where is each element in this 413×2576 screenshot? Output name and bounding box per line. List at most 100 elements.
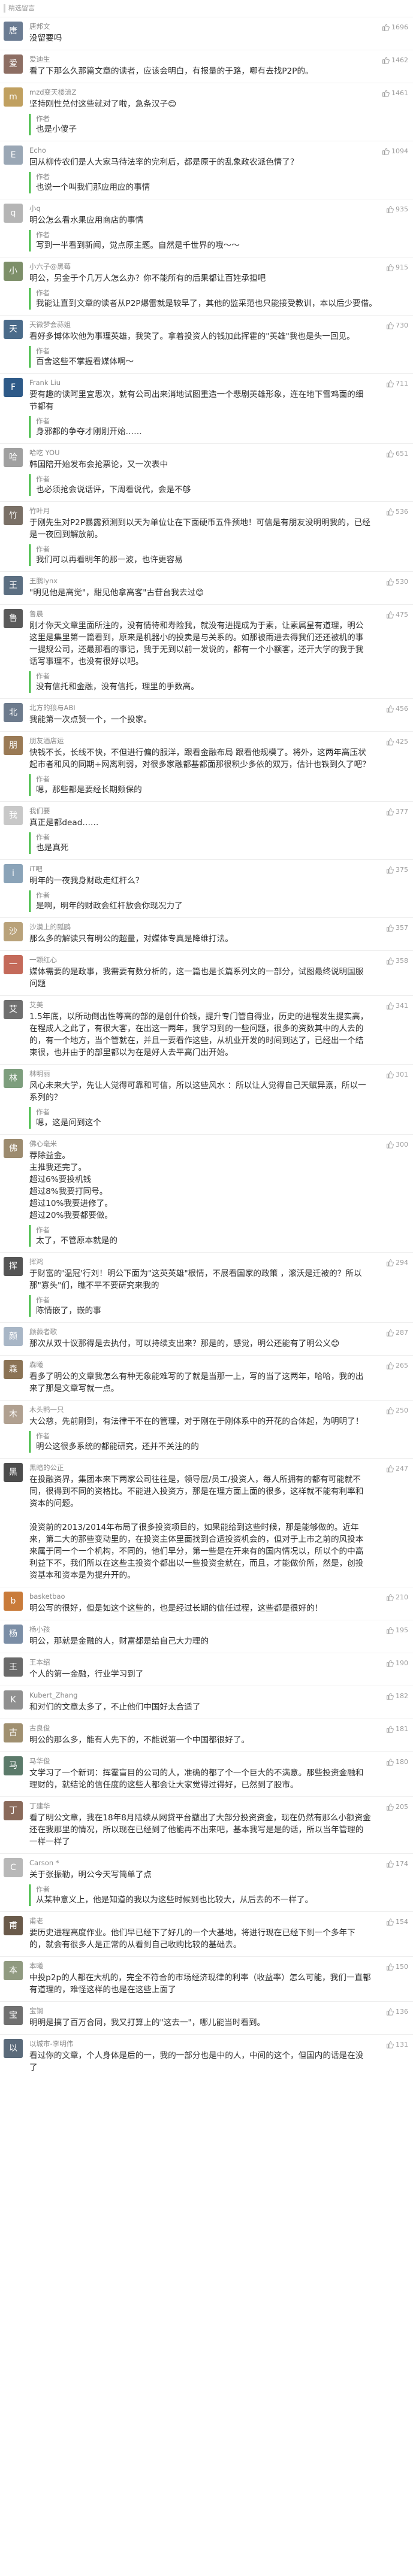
like-button[interactable]: 150 <box>386 1963 408 1971</box>
avatar[interactable]: 宝 <box>4 2006 23 2025</box>
like-button[interactable]: 536 <box>386 508 408 516</box>
avatar[interactable]: i <box>4 864 23 883</box>
like-button[interactable]: 247 <box>386 1465 408 1472</box>
comment-nickname[interactable]: 黑暗的公正 <box>29 1463 371 1472</box>
comment-nickname[interactable]: 森曦 <box>29 1360 371 1369</box>
comment-nickname[interactable]: 木头鸭一只 <box>29 1405 371 1414</box>
like-button[interactable]: 475 <box>386 611 408 619</box>
like-button[interactable]: 190 <box>386 1659 408 1667</box>
comment-nickname[interactable]: 朋友酒店运 <box>29 736 371 745</box>
avatar[interactable]: 马 <box>4 1756 23 1775</box>
avatar[interactable]: 丁 <box>4 1801 23 1820</box>
avatar[interactable]: E <box>4 146 23 165</box>
like-button[interactable]: 287 <box>386 1329 408 1337</box>
avatar[interactable]: 挥 <box>4 1257 23 1276</box>
like-button[interactable]: 341 <box>386 1002 408 1010</box>
like-button[interactable]: 205 <box>386 1803 408 1811</box>
avatar[interactable]: 爱 <box>4 54 23 74</box>
like-button[interactable]: 730 <box>386 322 408 329</box>
like-button[interactable]: 530 <box>386 578 408 586</box>
avatar[interactable]: 天 <box>4 320 23 339</box>
comment-nickname[interactable]: 以城市-李明伟 <box>29 2039 371 2048</box>
comment-nickname[interactable]: 艾美 <box>29 1000 371 1010</box>
avatar[interactable]: 古 <box>4 1723 23 1742</box>
like-button[interactable]: 136 <box>386 2008 408 2016</box>
avatar[interactable]: 北 <box>4 703 23 722</box>
avatar[interactable]: 佛 <box>4 1139 23 1158</box>
avatar[interactable]: 林 <box>4 1069 23 1088</box>
like-button[interactable]: 180 <box>386 1758 408 1766</box>
avatar[interactable]: C <box>4 1858 23 1877</box>
avatar[interactable]: 王 <box>4 576 23 595</box>
comment-nickname[interactable]: 北方的狼与ABI <box>29 703 371 713</box>
avatar[interactable]: 杨 <box>4 1625 23 1644</box>
like-button[interactable]: 301 <box>386 1071 408 1078</box>
avatar[interactable]: m <box>4 87 23 107</box>
avatar[interactable]: 甫 <box>4 1916 23 1935</box>
like-button[interactable]: 182 <box>386 1692 408 1700</box>
avatar[interactable]: b <box>4 1592 23 1611</box>
like-button[interactable]: 711 <box>386 380 408 387</box>
avatar[interactable]: q <box>4 204 23 223</box>
comment-nickname[interactable]: Kubert_Zhang <box>29 1690 371 1700</box>
comment-nickname[interactable]: 挥鸿 <box>29 1257 371 1266</box>
avatar[interactable]: K <box>4 1690 23 1710</box>
avatar[interactable]: 王 <box>4 1657 23 1677</box>
avatar[interactable]: 朋 <box>4 736 23 755</box>
comment-nickname[interactable]: Carson * <box>29 1858 371 1868</box>
comment-nickname[interactable]: 佛心毫米 <box>29 1139 371 1148</box>
comment-nickname[interactable]: 爱迪生 <box>29 54 371 64</box>
comment-nickname[interactable]: mzd变天楼流Z <box>29 87 371 97</box>
avatar[interactable]: 本 <box>4 1961 23 1980</box>
avatar[interactable]: 沙 <box>4 922 23 941</box>
comment-nickname[interactable]: 古良俊 <box>29 1723 371 1733</box>
avatar[interactable]: 竹 <box>4 506 23 525</box>
comment-nickname[interactable]: 王本绍 <box>29 1657 371 1667</box>
like-button[interactable]: 425 <box>386 738 408 745</box>
like-button[interactable]: 131 <box>386 2041 408 2048</box>
like-button[interactable]: 210 <box>386 1593 408 1601</box>
like-button[interactable]: 651 <box>386 450 408 457</box>
avatar[interactable]: 我 <box>4 806 23 825</box>
avatar[interactable]: 木 <box>4 1405 23 1424</box>
comment-nickname[interactable]: 竹叶月 <box>29 506 371 516</box>
avatar[interactable]: 唐 <box>4 22 23 41</box>
comment-nickname[interactable]: iT吧 <box>29 864 371 874</box>
comment-nickname[interactable]: 王鹏lynx <box>29 576 371 586</box>
like-button[interactable]: 915 <box>386 263 408 271</box>
avatar[interactable]: 艾 <box>4 1000 23 1019</box>
comment-nickname[interactable]: 沙漠上的瓢鸥 <box>29 922 371 932</box>
like-button[interactable]: 1461 <box>382 89 408 97</box>
comment-nickname[interactable]: Frank Liu <box>29 378 371 387</box>
like-button[interactable]: 358 <box>386 957 408 965</box>
comment-nickname[interactable]: 颜薇者歌 <box>29 1327 371 1337</box>
like-button[interactable]: 456 <box>386 705 408 713</box>
avatar[interactable]: 小 <box>4 262 23 281</box>
like-button[interactable]: 300 <box>386 1141 408 1148</box>
like-button[interactable]: 294 <box>386 1259 408 1266</box>
comment-nickname[interactable]: 一颗红心 <box>29 955 371 965</box>
comment-nickname[interactable]: 哈吃 YOU <box>29 448 371 457</box>
like-button[interactable]: 357 <box>386 924 408 932</box>
comment-nickname[interactable]: 马华俊 <box>29 1756 371 1766</box>
avatar[interactable]: 哈 <box>4 448 23 467</box>
comment-nickname[interactable]: 鲁晨 <box>29 609 371 619</box>
like-button[interactable]: 181 <box>386 1725 408 1733</box>
comment-nickname[interactable]: 甫老 <box>29 1916 371 1926</box>
comment-nickname[interactable]: 我们要 <box>29 806 371 816</box>
like-button[interactable]: 375 <box>386 866 408 874</box>
like-button[interactable]: 1094 <box>382 147 408 155</box>
like-button[interactable]: 250 <box>386 1407 408 1414</box>
avatar[interactable]: 鲁 <box>4 609 23 628</box>
comment-nickname[interactable]: 宝钢 <box>29 2006 371 2016</box>
like-button[interactable]: 1462 <box>382 56 408 64</box>
avatar[interactable]: 颜 <box>4 1327 23 1346</box>
comment-nickname[interactable]: 小六子@黑莓 <box>29 262 371 271</box>
comment-nickname[interactable]: 本曦 <box>29 1961 371 1971</box>
like-button[interactable]: 174 <box>386 1860 408 1868</box>
comment-nickname[interactable]: Echo <box>29 146 371 155</box>
avatar[interactable]: F <box>4 378 23 397</box>
like-button[interactable]: 265 <box>386 1362 408 1369</box>
avatar[interactable]: 一 <box>4 955 23 974</box>
avatar[interactable]: 以 <box>4 2039 23 2058</box>
